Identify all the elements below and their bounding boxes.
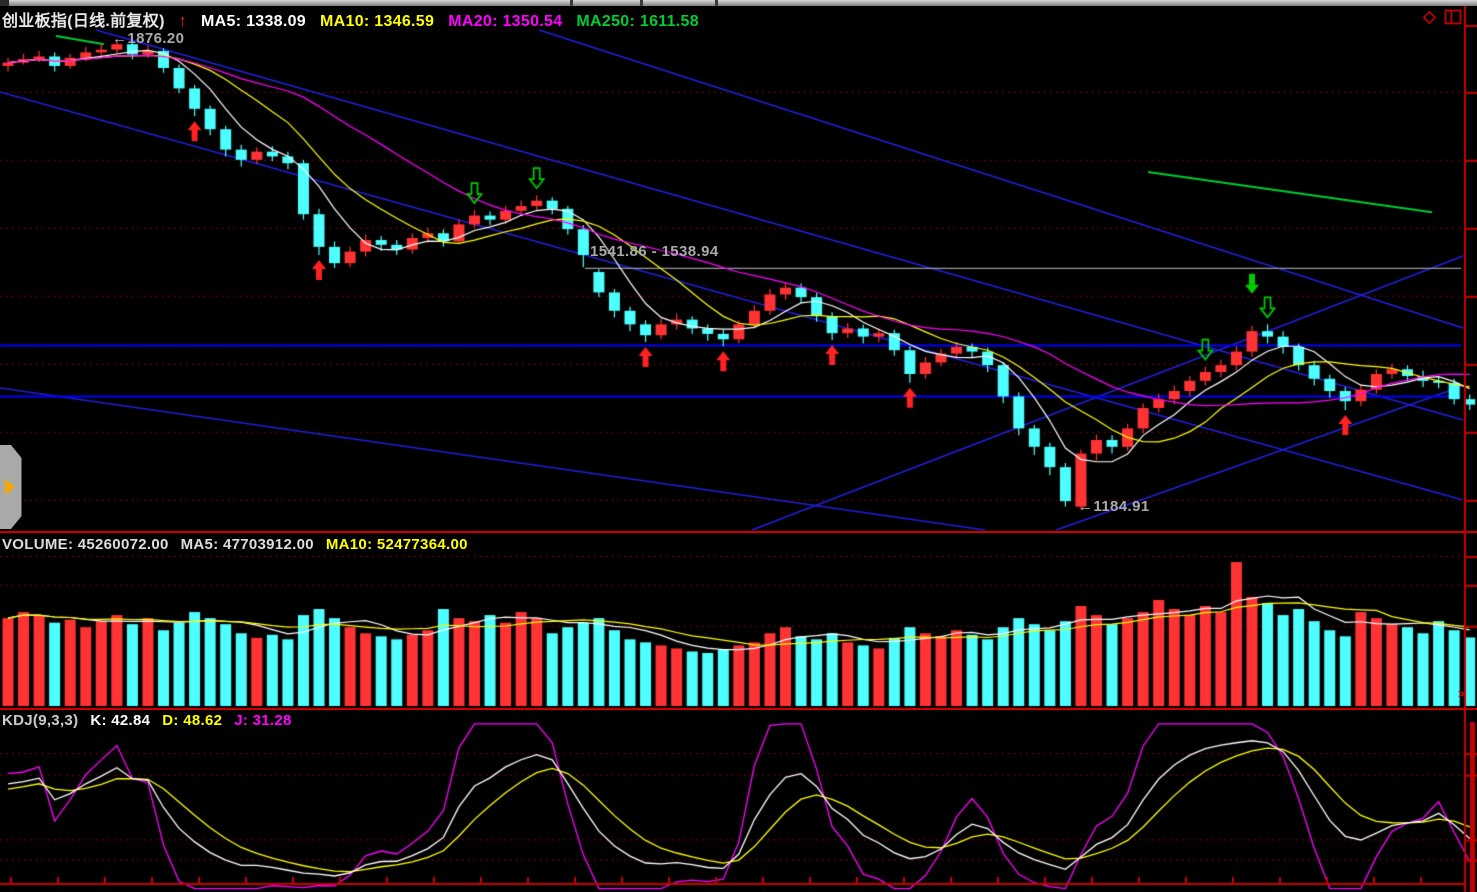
kdj-pane-canvas[interactable]	[0, 710, 1477, 892]
kline-pane-canvas[interactable]	[0, 0, 1477, 533]
gap-range-label: 1541.86 - 1538.94	[590, 243, 719, 260]
expand-right-arrow-icon	[5, 479, 15, 495]
kdj-k-readout: K: 42.84	[90, 712, 150, 729]
diamond-icon[interactable]	[1421, 9, 1438, 26]
toolbar-separator	[570, 0, 573, 6]
top-edge-corner	[0, 0, 9, 6]
kdj-d-readout: D: 48.62	[162, 712, 222, 729]
toolbar-separator	[640, 0, 643, 6]
kdj-j-readout: J: 31.28	[234, 712, 291, 729]
kdj-title: KDJ(9,3,3)	[2, 712, 78, 729]
volume-ma10-readout: MA10: 52477364.00	[326, 536, 468, 553]
sidebar-expand-handle[interactable]	[0, 445, 22, 529]
ma10-readout: MA10: 1346.59	[320, 13, 434, 30]
split-window-icon[interactable]	[1443, 8, 1463, 27]
low-price-label: ←1184.91	[1078, 498, 1150, 515]
kdj-header: KDJ(9,3,3) K: 42.84 D: 48.62 J: 31.28	[2, 712, 304, 729]
ma20-readout: MA20: 1350.54	[448, 13, 562, 30]
stock-chart-window: 创业板指(日线.前复权) ↑ MA5: 1338.09 MA10: 1346.59 MA…	[0, 0, 1477, 892]
kline-header: 创业板指(日线.前复权) ↑ MA5: 1338.09 MA10: 1346.59 MA…	[2, 7, 713, 31]
trend-up-arrow-icon: ↑	[179, 13, 187, 30]
toolbar-separator	[715, 0, 718, 6]
window-top-edge	[0, 0, 1477, 6]
ma5-readout: MA5: 1338.09	[201, 13, 306, 30]
ma250-readout: MA250: 1611.58	[576, 13, 699, 30]
pane-collapse-arrow[interactable]: >	[1458, 688, 1465, 700]
volume-pane-canvas[interactable]	[0, 533, 1477, 710]
high-price-label: ←1876.20	[112, 30, 184, 47]
instrument-title: 创业板指(日线.前复权)	[2, 13, 165, 30]
volume-readout: VOLUME: 45260072.00	[2, 536, 169, 553]
volume-ma5-readout: MA5: 47703912.00	[181, 536, 314, 553]
volume-header: VOLUME: 45260072.00 MA5: 47703912.00 MA10:…	[2, 536, 480, 553]
